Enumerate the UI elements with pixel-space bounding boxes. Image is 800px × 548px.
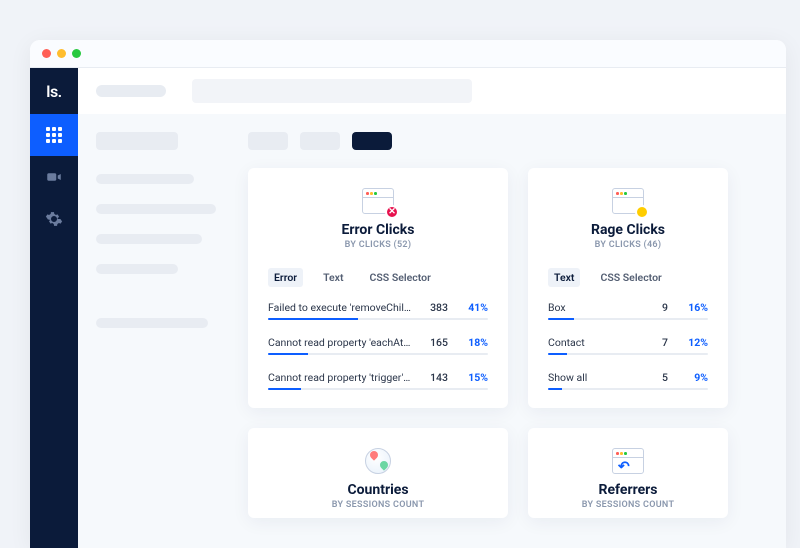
content: ✕ Error Clicks BY CLICKS (52) Error Text…	[78, 114, 786, 548]
row-label: Show all	[548, 371, 632, 384]
gear-icon	[45, 210, 63, 228]
rage-row[interactable]: Show all 5 9%	[548, 371, 708, 390]
card-countries: Countries BY SESSIONS COUNT	[248, 428, 508, 518]
bar-fill	[548, 388, 562, 390]
row-pct: 12%	[678, 336, 708, 349]
context-tab-1[interactable]	[96, 132, 178, 150]
side-line	[96, 204, 216, 214]
row-count: 9	[642, 301, 668, 314]
view-tab[interactable]	[248, 132, 288, 150]
bar-fill	[268, 388, 301, 390]
bar-fill	[268, 353, 308, 355]
row-pct: 41%	[458, 301, 488, 314]
row-count: 143	[422, 371, 448, 384]
row-label: Cannot read property 'eachAttribute' of …	[268, 336, 412, 349]
rage-row[interactable]: Box 9 16%	[548, 301, 708, 336]
row-pct: 16%	[678, 301, 708, 314]
view-tab[interactable]	[300, 132, 340, 150]
referrer-window-icon: ↶	[612, 448, 644, 474]
globe-icon	[365, 448, 391, 474]
rage-row[interactable]: Contact 7 12%	[548, 336, 708, 371]
cards-wrap: ✕ Error Clicks BY CLICKS (52) Error Text…	[248, 114, 786, 548]
titlebar	[30, 40, 786, 68]
row-pct: 15%	[458, 371, 488, 384]
error-window-icon: ✕	[362, 188, 394, 214]
view-tabs	[248, 132, 764, 150]
seg-error[interactable]: Error	[268, 268, 303, 287]
card-subtitle: BY CLICKS (52)	[268, 240, 488, 250]
rage-window-icon	[612, 188, 644, 214]
card-title: Referrers	[599, 482, 658, 498]
card-title: Rage Clicks	[548, 222, 708, 238]
nav-rail: ls.	[30, 68, 78, 548]
close-icon[interactable]	[42, 49, 51, 58]
row-label: Box	[548, 301, 632, 314]
view-tab-active[interactable]	[352, 132, 392, 150]
seg-css[interactable]: CSS Selector	[364, 268, 437, 287]
side-line	[96, 264, 178, 274]
side-line	[96, 234, 202, 244]
nav-recordings[interactable]	[30, 156, 78, 198]
error-row[interactable]: Cannot read property 'eachAttribute' of …	[268, 336, 488, 371]
nav-dashboard[interactable]	[30, 114, 78, 156]
maximize-icon[interactable]	[72, 49, 81, 58]
context-tabs	[96, 132, 232, 150]
seg-text[interactable]: Text	[548, 268, 580, 287]
seg-css[interactable]: CSS Selector	[594, 268, 667, 287]
card-subtitle: BY SESSIONS COUNT	[582, 500, 675, 510]
card-title: Countries	[347, 482, 408, 498]
row-count: 5	[642, 371, 668, 384]
row-label: Cannot read property 'trigger' of null	[268, 371, 412, 384]
minimize-icon[interactable]	[57, 49, 66, 58]
grid-icon	[45, 126, 63, 144]
topbar	[78, 68, 786, 114]
bar-fill	[268, 318, 358, 320]
row-pct: 9%	[678, 371, 708, 384]
app-body: ls.	[30, 68, 786, 548]
row-label: Failed to execute 'removeChild' on 'Node…	[268, 301, 412, 314]
row-label: Contact	[548, 336, 632, 349]
logo: ls.	[30, 68, 78, 114]
card-error-clicks: ✕ Error Clicks BY CLICKS (52) Error Text…	[248, 168, 508, 408]
card-title: Error Clicks	[268, 222, 488, 238]
video-icon	[45, 168, 63, 186]
side-line	[96, 318, 208, 328]
row-count: 7	[642, 336, 668, 349]
rage-segmented: Text CSS Selector	[548, 268, 708, 287]
row-count: 383	[422, 301, 448, 314]
error-row[interactable]: Cannot read property 'trigger' of null 14…	[268, 371, 488, 390]
row-count: 165	[422, 336, 448, 349]
side-column	[78, 114, 248, 548]
error-segmented: Error Text CSS Selector	[268, 268, 488, 287]
page-title-placeholder	[96, 85, 166, 97]
error-row[interactable]: Failed to execute 'removeChild' on 'Node…	[268, 301, 488, 336]
bar-fill	[548, 353, 567, 355]
card-rage-clicks: Rage Clicks BY CLICKS (46) Text CSS Sele…	[528, 168, 728, 408]
nav-settings[interactable]	[30, 198, 78, 240]
row-pct: 18%	[458, 336, 488, 349]
card-subtitle: BY CLICKS (46)	[548, 240, 708, 250]
card-referrers: ↶ Referrers BY SESSIONS COUNT	[528, 428, 728, 518]
main: ✕ Error Clicks BY CLICKS (52) Error Text…	[78, 68, 786, 548]
app-window: ls.	[30, 40, 786, 548]
side-line	[96, 174, 194, 184]
bar-fill	[548, 318, 574, 320]
seg-text[interactable]: Text	[317, 268, 349, 287]
search-input[interactable]	[192, 79, 472, 103]
card-subtitle: BY SESSIONS COUNT	[332, 500, 425, 510]
